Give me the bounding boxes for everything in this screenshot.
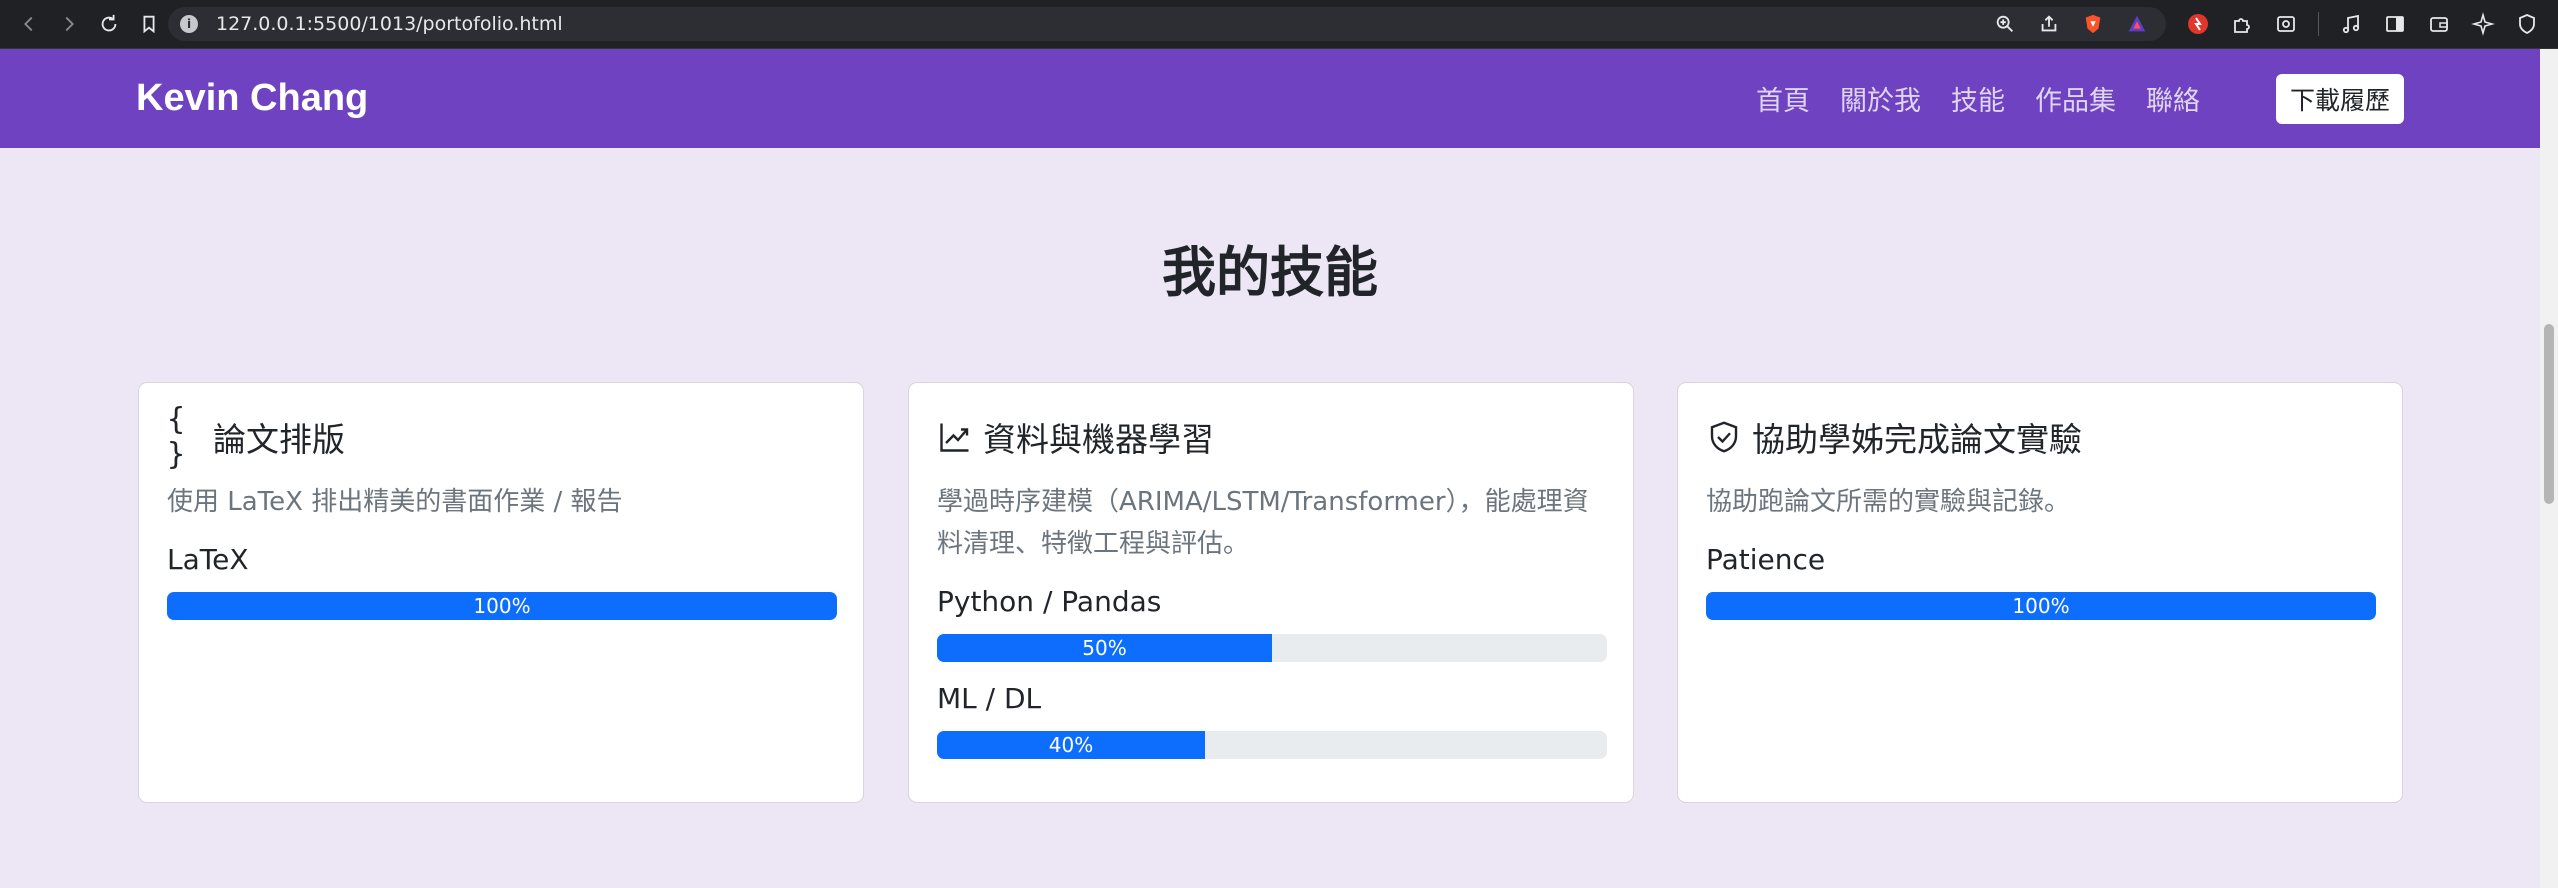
card-title: 協助學姊完成論文實驗: [1706, 413, 2374, 461]
music-icon[interactable]: [2339, 12, 2363, 36]
share-icon[interactable]: [2038, 13, 2060, 35]
download-resume-button[interactable]: 下載履歷: [2276, 74, 2404, 124]
nav-links: 首頁 關於我 技能 作品集 聯絡: [1756, 79, 2200, 118]
vpn-shield-icon[interactable]: [2515, 12, 2539, 36]
progress-fill: 50%: [937, 634, 1272, 662]
progress-bar: 100%: [1706, 592, 2376, 620]
skill-label: ML / DL: [937, 682, 1042, 715]
forward-button[interactable]: [52, 7, 86, 41]
brave-shield-icon[interactable]: [2082, 13, 2104, 35]
nav-link-about[interactable]: 關於我: [1840, 79, 1921, 118]
extensions-puzzle-icon[interactable]: [2230, 12, 2254, 36]
leo-ai-icon[interactable]: [2471, 12, 2495, 36]
card-description: 協助跑論文所需的實驗與記錄。: [1706, 487, 2071, 517]
brave-rewards-icon[interactable]: [2126, 13, 2148, 35]
page-scrollbar[interactable]: [2540, 49, 2558, 888]
skill-card-thesis-help: 協助學姊完成論文實驗 協助跑論文所需的實驗與記錄。 Patience 100%: [1677, 382, 2403, 803]
browser-toolbar: i 127.0.0.1:5500/1013/portofolio.html: [0, 0, 2558, 49]
card-description: 使用 LaTeX 排出精美的書面作業 / 報告: [167, 487, 623, 517]
card-title-text: 資料與機器學習: [983, 420, 1214, 459]
skill-card-ml: 資料與機器學習 學過時序建模（ARIMA/LSTM/Transformer），能…: [908, 382, 1634, 803]
address-bar[interactable]: i 127.0.0.1:5500/1013/portofolio.html: [168, 7, 2166, 41]
card-title-text: 論文排版: [213, 420, 345, 459]
nav-link-portfolio[interactable]: 作品集: [2035, 79, 2116, 118]
shield-check-icon: [1706, 419, 1742, 455]
nav-link-home[interactable]: 首頁: [1756, 79, 1810, 118]
progress-fill: 100%: [1706, 592, 2376, 620]
zoom-icon[interactable]: [1994, 13, 2016, 35]
skill-label: Patience: [1706, 543, 1826, 576]
nav-link-skills[interactable]: 技能: [1951, 79, 2005, 118]
card-title: { } 論文排版: [167, 402, 835, 472]
progress-fill: 100%: [167, 592, 837, 620]
site-info-icon[interactable]: i: [180, 15, 198, 33]
back-button[interactable]: [12, 7, 46, 41]
scrollbar-thumb[interactable]: [2544, 324, 2554, 504]
skill-label: Python / Pandas: [937, 585, 1162, 618]
progress-bar: 100%: [167, 592, 837, 620]
skill-label: LaTeX: [167, 543, 249, 576]
progress-bar: 40%: [937, 731, 1607, 759]
progress-fill: 40%: [937, 731, 1205, 759]
card-description: 學過時序建模（ARIMA/LSTM/Transformer），能處理資料清理、特…: [937, 487, 1589, 559]
chart-line-icon: [937, 419, 973, 455]
extension-red-icon[interactable]: [2186, 12, 2210, 36]
translate-icon[interactable]: [2274, 12, 2298, 36]
sidebar-icon[interactable]: [2383, 12, 2407, 36]
wallet-icon[interactable]: [2427, 12, 2451, 36]
braces-icon: { }: [167, 402, 186, 472]
reload-button[interactable]: [92, 7, 126, 41]
url-text[interactable]: 127.0.0.1:5500/1013/portofolio.html: [216, 13, 563, 35]
site-navbar: Kevin Chang 首頁 關於我 技能 作品集 聯絡 下載履歷: [0, 49, 2540, 148]
section-title: 我的技能: [1162, 241, 1378, 304]
arrow-right-icon: [65, 16, 74, 32]
skill-card-typesetting: { } 論文排版 使用 LaTeX 排出精美的書面作業 / 報告 LaTeX 1…: [138, 382, 864, 803]
bookmark-button[interactable]: [132, 7, 166, 41]
bookmark-icon: [143, 15, 155, 34]
card-title-text: 協助學姊完成論文實驗: [1752, 420, 2082, 459]
arrow-left-icon: [24, 16, 33, 32]
brand-logo[interactable]: Kevin Chang: [136, 77, 368, 120]
progress-bar: 50%: [937, 634, 1607, 662]
toolbar-divider: [2318, 12, 2319, 36]
reload-icon: [101, 14, 117, 32]
card-title: 資料與機器學習: [937, 413, 1605, 461]
nav-link-contact[interactable]: 聯絡: [2146, 79, 2200, 118]
